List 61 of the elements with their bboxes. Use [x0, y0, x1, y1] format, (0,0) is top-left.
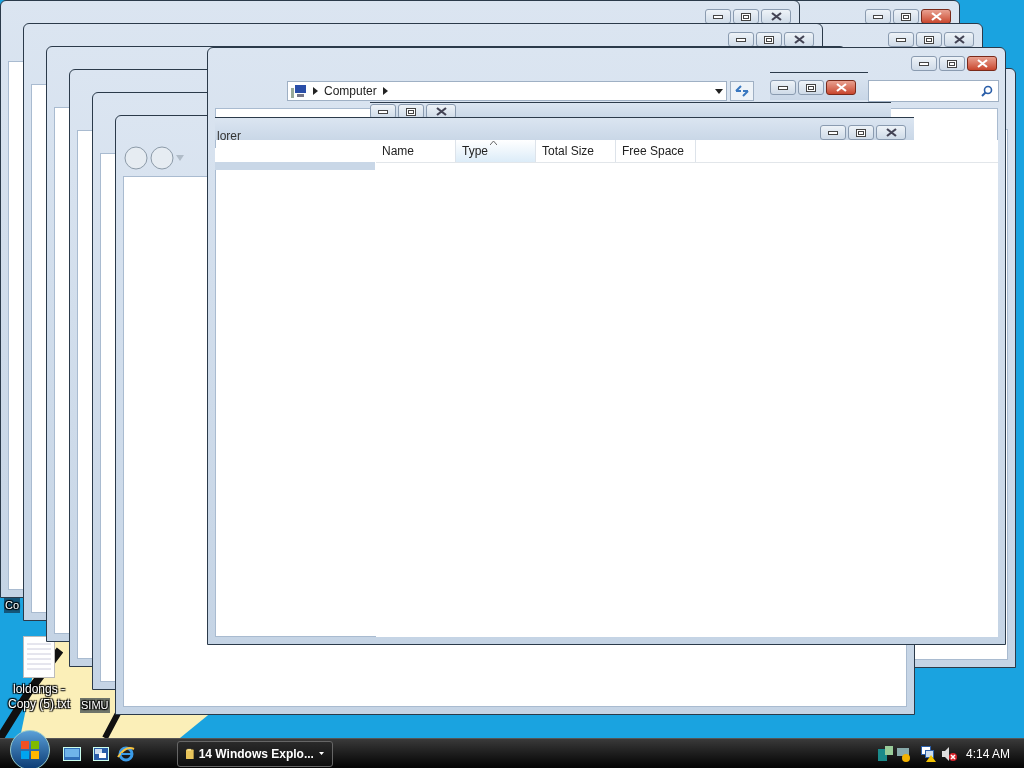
windows-stack-icon[interactable]: [93, 746, 109, 761]
minimize-icon: [713, 14, 723, 19]
warning-icon[interactable]: [896, 745, 911, 762]
minimize-icon: [896, 37, 906, 42]
network-status-icon[interactable]: [877, 745, 894, 762]
minimize-button[interactable]: [911, 56, 937, 71]
minimize-icon: [919, 61, 929, 66]
refresh-icon: [735, 85, 749, 97]
chevron-icon[interactable]: [382, 87, 388, 95]
column-header[interactable]: Type: [456, 140, 536, 162]
close-button[interactable]: [826, 80, 856, 95]
computer-icon: [291, 84, 307, 98]
maximize-icon: [764, 35, 774, 44]
maximize-button[interactable]: [916, 32, 942, 47]
clock[interactable]: 4:14 AM: [965, 744, 1010, 763]
minimize-icon: [378, 109, 388, 114]
minimize-icon: [736, 37, 746, 42]
close-button[interactable]: [876, 125, 906, 140]
refresh-button[interactable]: [730, 81, 754, 101]
browser-icon[interactable]: [117, 744, 135, 763]
search-field[interactable]: [868, 80, 999, 102]
minimize-button[interactable]: [820, 125, 846, 140]
maximize-icon: [806, 83, 816, 92]
close-icon: [435, 107, 447, 116]
close-icon: [793, 35, 805, 44]
maximize-icon: [924, 35, 934, 44]
close-icon: [976, 59, 988, 68]
maximize-button[interactable]: [848, 125, 874, 140]
maximize-icon: [856, 128, 866, 137]
close-icon: [835, 83, 847, 92]
minimize-icon: [873, 14, 883, 19]
close-icon: [885, 128, 897, 137]
maximize-icon: [947, 59, 957, 68]
dropdown-icon[interactable]: [715, 88, 723, 94]
desktop-icon[interactable]: [63, 746, 81, 761]
chevron-icon[interactable]: [313, 87, 318, 95]
minimize-button[interactable]: [888, 32, 914, 47]
close-icon: [930, 12, 942, 21]
close-button[interactable]: [944, 32, 974, 47]
taskbar-button[interactable]: 14 Windows Explo...: [177, 740, 333, 767]
close-icon: [770, 12, 782, 21]
search-icon: [981, 85, 993, 97]
maximize-button[interactable]: [798, 80, 824, 95]
minimize-icon: [778, 85, 788, 90]
muted-volume-icon[interactable]: [940, 745, 957, 762]
minimize-button[interactable]: [770, 80, 796, 95]
icon-label[interactable]: Co: [4, 598, 21, 613]
icon-label[interactable]: SIMU: [80, 698, 110, 713]
close-button[interactable]: [967, 56, 997, 71]
minimize-icon: [828, 130, 838, 135]
caret-icon[interactable]: [318, 751, 324, 756]
close-icon: [953, 35, 965, 44]
maximize-icon: [901, 12, 911, 21]
address-bar[interactable]: Computer: [287, 81, 727, 101]
breadcrumb-item[interactable]: Computer: [324, 82, 377, 100]
network-warning-icon[interactable]: [920, 745, 937, 762]
maximize-icon: [741, 12, 751, 21]
window-title: lorer: [217, 128, 241, 145]
maximize-button[interactable]: [939, 56, 965, 71]
maximize-icon: [406, 107, 416, 116]
flag-icon: [20, 739, 40, 760]
